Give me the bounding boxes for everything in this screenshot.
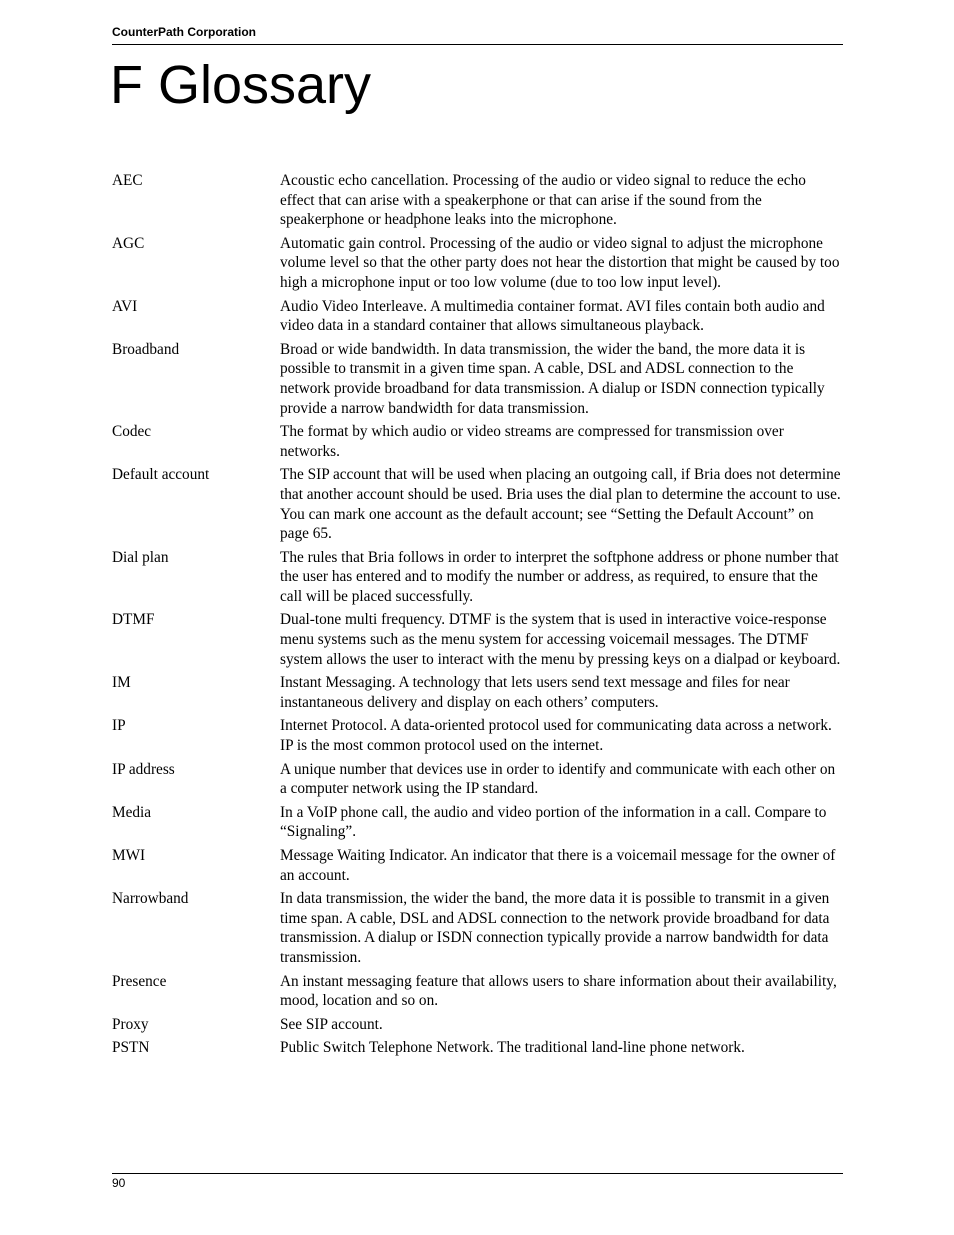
page-number: 90 xyxy=(112,1176,126,1190)
header-divider xyxy=(112,44,843,45)
glossary-entry: Broadband Broad or wide bandwidth. In da… xyxy=(112,340,843,418)
glossary-definition: The format by which audio or video strea… xyxy=(280,423,784,460)
glossary-term: Broadband xyxy=(112,340,180,358)
glossary-term: Narrowband xyxy=(112,890,189,908)
glossary-term: DTMF xyxy=(112,611,155,629)
glossary-entry: AGC Automatic gain control. Processing o… xyxy=(112,234,843,293)
glossary-entry: IP address A unique number that devices … xyxy=(112,760,843,799)
glossary-entry: Codec The format by which audio or video… xyxy=(112,422,843,461)
glossary-term: AEC xyxy=(112,172,143,189)
glossary-term: Codec xyxy=(112,423,152,441)
glossary-definition: In data transmission, the wider the band… xyxy=(280,890,830,966)
glossary-entry: AVI Audio Video Interleave. A multimedia… xyxy=(112,297,843,336)
glossary-entry: Proxy See SIP account. xyxy=(112,1015,843,1035)
glossary-term: PSTN xyxy=(112,1039,150,1057)
glossary-entry: Default account The SIP account that wil… xyxy=(112,465,843,543)
glossary-term: Default account xyxy=(112,466,210,484)
glossary-entry: Presence An instant messaging feature th… xyxy=(112,972,843,1011)
glossary-definition: The SIP account that will be used when p… xyxy=(280,466,841,543)
glossary-definition: The rules that Bria follows in order to … xyxy=(280,548,839,605)
glossary-definition: Instant Messaging. A technology that let… xyxy=(280,674,790,711)
glossary-definition: In a VoIP phone call, the audio and vide… xyxy=(280,803,827,841)
glossary-entry: Media In a VoIP phone call, the audio an… xyxy=(112,803,843,842)
glossary-term: IP address xyxy=(112,760,175,778)
glossary-term: IM xyxy=(112,674,131,692)
glossary-definition: Internet Protocol. A data-oriented proto… xyxy=(280,717,832,755)
glossary-definition: Automatic gain control. Processing of th… xyxy=(280,234,840,291)
glossary-term: Proxy xyxy=(112,1015,149,1033)
glossary-term: MWI xyxy=(112,847,146,864)
glossary-definition: An instant messaging feature that allows… xyxy=(280,972,837,1010)
glossary-list: AEC Acoustic echo cancellation. Processi… xyxy=(112,171,843,1062)
glossary-definition: A unique number that devices use in orde… xyxy=(280,760,836,798)
glossary-entry: DTMF Dual-tone multi frequency. DTMF is … xyxy=(112,610,843,669)
glossary-term: Media xyxy=(112,803,152,821)
running-header: CounterPath Corporation xyxy=(112,25,256,39)
glossary-entry: AEC Acoustic echo cancellation. Processi… xyxy=(112,171,843,230)
glossary-entry: IP Internet Protocol. A data-oriented pr… xyxy=(112,716,843,755)
glossary-term: AGC xyxy=(112,234,145,252)
glossary-definition: Acoustic echo cancellation. Processing o… xyxy=(280,172,806,229)
glossary-term: AVI xyxy=(112,297,138,315)
glossary-entry: MWI Message Waiting Indicator. An indica… xyxy=(112,846,843,885)
footer-divider xyxy=(112,1173,843,1174)
glossary-definition: Broad or wide bandwidth. In data transmi… xyxy=(280,340,825,417)
glossary-entry: Narrowband In data transmission, the wid… xyxy=(112,889,843,967)
glossary-definition: Audio Video Interleave. A multimedia con… xyxy=(280,297,825,335)
glossary-term: Dial plan xyxy=(112,548,169,566)
glossary-term: IP xyxy=(112,717,126,735)
glossary-term: Presence xyxy=(112,972,167,990)
glossary-definition: Dual-tone multi frequency. DTMF is the s… xyxy=(280,611,841,668)
glossary-entry: PSTN Public Switch Telephone Network. Th… xyxy=(112,1038,843,1058)
glossary-definition: See SIP account. xyxy=(280,1015,383,1033)
page-title: F Glossary xyxy=(110,55,372,115)
glossary-definition: Message Waiting Indicator. An indicator … xyxy=(280,847,836,884)
glossary-entry: Dial plan The rules that Bria follows in… xyxy=(112,548,843,607)
glossary-entry: IM Instant Messaging. A technology that … xyxy=(112,673,843,712)
glossary-definition: Public Switch Telephone Network. The tra… xyxy=(280,1039,745,1057)
